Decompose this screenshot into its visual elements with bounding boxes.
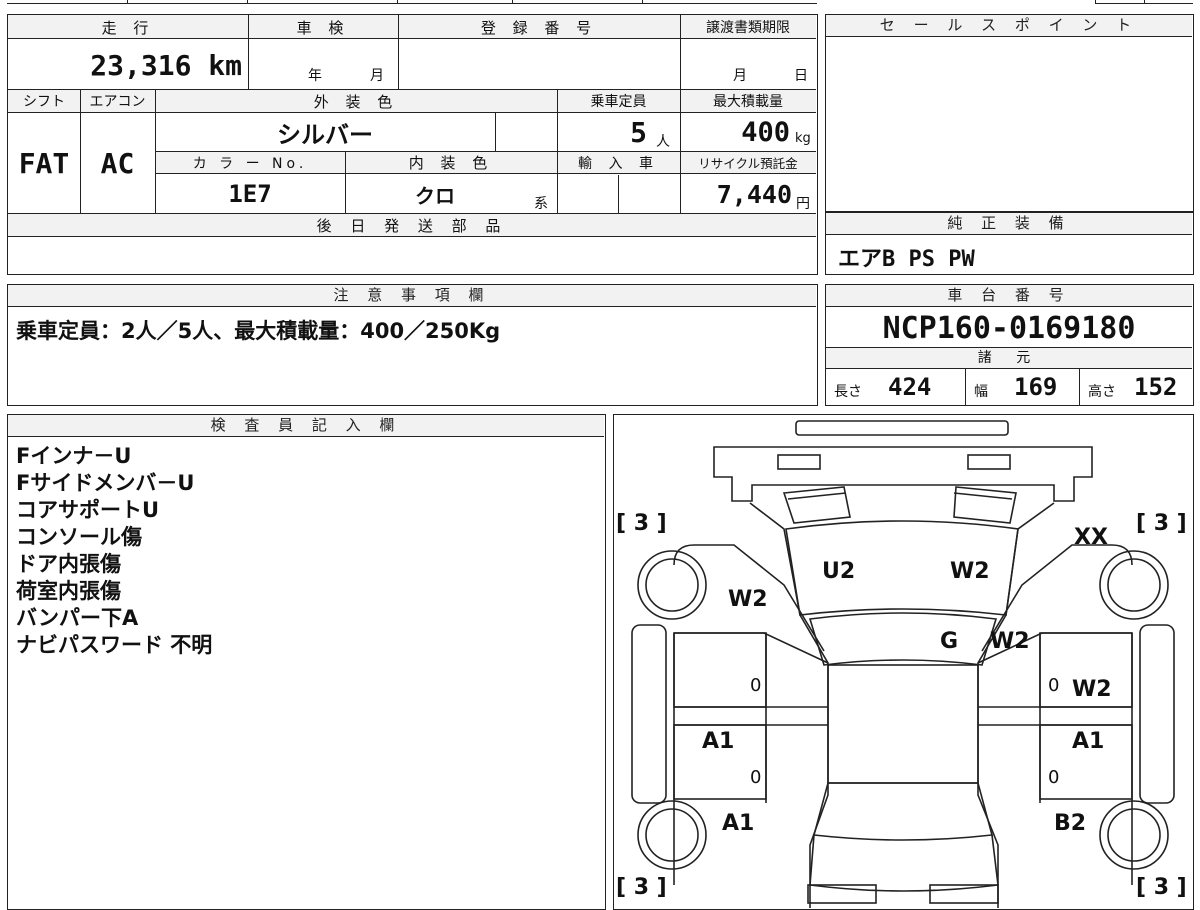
tire-front-left-tread: [ 3 ] [616,511,667,536]
length-value: 424 [888,373,932,401]
mark-w2-left-fender: W2 [728,587,768,612]
max-load-value: 400 [741,116,790,148]
top-strip [7,0,817,4]
spec-label: 諸 元 [826,347,1192,369]
car-diagram-box: [ 3 ] [ 3 ] [ 3 ] [ 3 ] XX U2 W2 W2 G W2… [613,414,1194,910]
mark-a1-right-door: A1 [1072,729,1105,754]
exterior-label: 外 装 色 [313,92,399,111]
height-value: 152 [1134,373,1178,401]
interior-unit: 系 [534,196,548,212]
later-parts-label: 後 日 発 送 部 品 [316,216,508,235]
ac-value: AC [100,146,135,180]
mark-w2-right-door: W2 [1072,677,1112,702]
mark-zero-left-rear: 0 [750,767,762,788]
inspector-line: Fインナ－U [16,444,132,468]
shift-label: シフト [23,94,65,110]
color-no-value: 1E7 [228,180,272,208]
interior-label: 内 装 色 [408,154,494,172]
capacity-unit: 人 [656,134,670,150]
mark-zero-left-front: 0 [750,675,762,696]
width-value: 169 [1014,373,1058,401]
shaken-year: 年 [308,68,322,84]
equipment-label: 純 正 装 備 [826,213,1192,235]
recycle-unit: 円 [796,196,810,212]
transfer-day: 日 [794,68,808,84]
recycle-value: 7,440 [716,179,792,209]
max-load-unit: kg [795,131,811,146]
mark-w2-right-pillar: W2 [990,629,1030,654]
mark-zero-right-rear: 0 [1048,767,1060,788]
mileage-value: 23,316 km [90,48,242,82]
inspector-box: 検 査 員 記 入 欄 Fインナ－U Fサイドメンバ－U コアサポートU コンソ… [7,414,606,910]
capacity-label: 乗車定員 [590,94,647,110]
inspector-line: ドア内張傷 [16,552,121,576]
max-load-label: 最大積載量 [713,94,783,110]
interior-value: クロ [415,183,455,208]
width-label: 幅 [974,384,988,400]
inspector-line: Fサイドメンバ－U [16,471,195,495]
top-strip-right [1095,0,1193,4]
mileage-label: 走 行 [101,18,155,37]
mark-b2-right-rear: B2 [1054,811,1087,836]
sales-point-label: セ ー ル ス ポ イ ン ト [826,15,1192,37]
exterior-value: シルバー [277,120,373,149]
mark-a1-left-rear: A1 [722,811,755,836]
chassis-label: 車 台 番 号 [826,285,1192,307]
mark-w2-hood: W2 [950,559,990,584]
chassis-number: NCP160-0169180 [882,310,1136,346]
capacity-value: 5 [630,115,647,149]
inspector-lines: Fインナ－U Fサイドメンバ－U コアサポートU コンソール傷 ドア内張傷 荷室… [16,443,212,659]
mark-zero-right-front: 0 [1048,675,1060,696]
transfer-month: 月 [733,68,747,84]
import-label: 輸 入 車 [578,155,659,172]
notes-label: 注 意 事 項 欄 [8,285,816,307]
notes-box: 注 意 事 項 欄 乗車定員：2人／5人、最大積載量：400／250Kg [7,284,818,406]
tire-rear-left-tread: [ 3 ] [616,875,667,900]
length-label: 長さ [834,384,862,400]
sales-point-box: セ ー ル ス ポ イ ン ト [825,14,1194,212]
equipment-value: エアB PS PW [838,247,975,272]
transfer-deadline-label: 譲渡書類期限 [706,20,790,36]
equipment-box: 純 正 装 備 エアB PS PW [825,212,1194,275]
mark-g: G [940,629,959,654]
registration-label: 登 録 番 号 [480,18,598,37]
recycle-label: リサイクル預託金 [698,156,798,171]
ac-label: エアコン [89,94,146,110]
inspector-line: コンソール傷 [16,525,142,549]
mark-a1-left-door: A1 [702,729,735,754]
inspector-label: 検 査 員 記 入 欄 [8,415,604,437]
tire-rear-right-tread: [ 3 ] [1136,875,1187,900]
shift-value: FAT [18,146,70,180]
inspector-line: 荷室内張傷 [16,579,121,603]
mark-xx: XX [1074,525,1108,550]
tire-front-right-tread: [ 3 ] [1136,511,1187,536]
mark-u2: U2 [822,559,856,584]
inspector-line: コアサポートU [16,498,160,522]
notes-value: 乗車定員：2人／5人、最大積載量：400／250Kg [16,319,501,343]
shaken-label: 車 検 [296,18,350,37]
car-outline-diagram [631,420,1175,908]
vehicle-info-table: 走 行 車 検 登 録 番 号 譲渡書類期限 23,316 km 年 月 月 日… [7,14,818,275]
inspector-line: バンパー下A [16,606,139,630]
chassis-box: 車 台 番 号 NCP160-0169180 諸 元 長さ 424 幅 169 … [825,284,1194,406]
shaken-month: 月 [370,68,384,84]
inspector-line: ナビパスワード 不明 [16,633,213,657]
height-label: 高さ [1088,384,1116,400]
color-no-label: カ ラ ー No. [192,155,308,172]
